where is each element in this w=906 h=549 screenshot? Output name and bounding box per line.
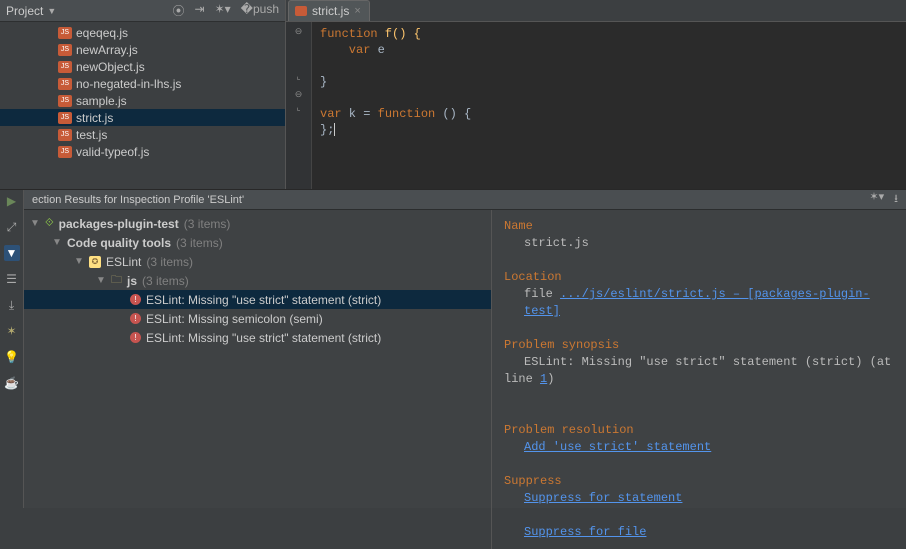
- error-icon: !: [130, 332, 141, 343]
- project-panel-header: Project ▼ ⦿ ⇥ ✶▾ �push: [0, 0, 285, 22]
- detail-resolution-heading: Problem resolution: [504, 423, 634, 437]
- project-file-label: test.js: [76, 128, 107, 142]
- editor-gutter: ⊖ ⌞ ⊖ ⌞: [286, 22, 312, 189]
- inspection-issue-label: ESLint: Missing "use strict" statement (…: [146, 331, 381, 345]
- detail-synopsis-heading: Problem synopsis: [504, 338, 619, 352]
- inspection-issue[interactable]: ! ESLint: Missing "use strict" statement …: [24, 328, 491, 347]
- settings-icon[interactable]: ✶: [4, 323, 20, 339]
- chevron-down-icon: ▼: [74, 256, 84, 267]
- autoscroll-icon[interactable]: ⤓: [4, 297, 20, 313]
- project-file-label: no-negated-in-lhs.js: [76, 77, 181, 91]
- chevron-down-icon: ▼: [52, 237, 62, 248]
- project-tree: JSeqeqeq.jsJSnewArray.jsJSnewObject.jsJS…: [0, 22, 285, 162]
- fold-end-icon[interactable]: ⌞: [296, 102, 300, 113]
- project-file-item[interactable]: JS eqeqeq.js: [0, 24, 285, 41]
- suppress-statement-link[interactable]: Suppress for statement: [504, 490, 682, 507]
- folder-icon: 🗀: [111, 271, 122, 290]
- js-file-icon: JS: [58, 44, 72, 56]
- lightbulb-icon[interactable]: 💡: [4, 349, 20, 365]
- detail-name-value: strict.js: [504, 235, 589, 252]
- eslint-icon: ✪: [89, 256, 101, 268]
- fold-end-icon[interactable]: ⌞: [296, 71, 300, 82]
- close-icon[interactable]: ×: [354, 5, 360, 17]
- package-icon: ⟐: [45, 217, 54, 230]
- caret: [334, 123, 335, 136]
- project-file-label: sample.js: [76, 94, 127, 108]
- editor-tab-strict[interactable]: strict.js ×: [288, 0, 370, 21]
- js-file-icon: JS: [58, 129, 72, 141]
- filter-icon[interactable]: ▼: [4, 245, 20, 261]
- inspection-eslint-node[interactable]: ▼ ✪ ESLint (3 items): [24, 252, 491, 271]
- inspection-header: ection Results for Inspection Profile 'E…: [24, 190, 906, 210]
- inspection-toolbar: ▶ ⤢ ▼ ☰ ⤓ ✶ 💡 ☕: [0, 190, 24, 508]
- detail-suppress-heading: Suppress: [504, 474, 562, 488]
- code-content[interactable]: function f() { var e } var k = function …: [312, 22, 479, 189]
- project-file-item[interactable]: JS no-negated-in-lhs.js: [0, 75, 285, 92]
- fold-icon[interactable]: ⊖: [295, 89, 303, 100]
- js-file-icon: JS: [58, 78, 72, 90]
- js-file-icon: JS: [58, 146, 72, 158]
- detail-name-heading: Name: [504, 219, 533, 233]
- project-file-item[interactable]: JS newObject.js: [0, 58, 285, 75]
- project-panel-title: Project: [6, 4, 43, 18]
- error-icon: !: [130, 313, 141, 324]
- project-file-item[interactable]: JS strict.js: [0, 109, 285, 126]
- editor-tab-label: strict.js: [312, 4, 349, 18]
- suppress-file-link[interactable]: Suppress for file: [504, 524, 646, 541]
- inspection-issue-label: ESLint: Missing semicolon (semi): [146, 312, 323, 326]
- project-file-label: newObject.js: [76, 60, 145, 74]
- group-icon[interactable]: ☰: [4, 271, 20, 287]
- inspection-header-title: ection Results for Inspection Profile 'E…: [32, 194, 244, 206]
- js-file-icon: JS: [58, 27, 72, 39]
- project-file-label: strict.js: [76, 111, 113, 125]
- error-icon: !: [130, 294, 141, 305]
- inspection-issue[interactable]: ! ESLint: Missing semicolon (semi): [24, 309, 491, 328]
- js-file-icon: JS: [58, 95, 72, 107]
- rerun-icon[interactable]: ▶: [4, 193, 20, 209]
- expand-icon[interactable]: ⤢: [4, 219, 20, 235]
- js-file-icon: JS: [58, 112, 72, 124]
- inspection-detail: Name strict.js Location file .../js/esli…: [492, 210, 906, 549]
- chevron-down-icon[interactable]: ▼: [47, 6, 56, 16]
- inspection-issue[interactable]: ! ESLint: Missing "use strict" statement …: [24, 290, 491, 309]
- project-file-label: valid-typeof.js: [76, 145, 149, 159]
- detail-location-heading: Location: [504, 270, 562, 284]
- target-icon[interactable]: ⦿: [173, 2, 185, 19]
- inspection-root[interactable]: ▼ ⟐ packages-plugin-test (3 items): [24, 214, 491, 233]
- export-down-icon[interactable]: ⭳: [894, 190, 898, 209]
- inspection-category[interactable]: ▼ Code quality tools (3 items): [24, 233, 491, 252]
- project-file-label: eqeqeq.js: [76, 26, 128, 40]
- collapse-icon[interactable]: ⇥: [195, 2, 205, 19]
- chevron-down-icon: ▼: [30, 218, 40, 229]
- hide-icon[interactable]: �push: [241, 2, 279, 19]
- export-icon[interactable]: ☕: [4, 375, 20, 391]
- project-panel: Project ▼ ⦿ ⇥ ✶▾ �push JS eqeqeq.js JS newA…: [0, 0, 286, 189]
- js-file-icon: [295, 6, 307, 16]
- project-file-item[interactable]: JS newArray.js: [0, 41, 285, 58]
- inspection-folder-node[interactable]: ▼ 🗀 js (3 items): [24, 271, 491, 290]
- gear-icon[interactable]: ✶▾: [869, 190, 884, 209]
- inspection-tree: ▼ ⟐ packages-plugin-test (3 items) ▼ Cod…: [24, 210, 492, 549]
- project-file-label: newArray.js: [76, 43, 138, 57]
- detail-location-link[interactable]: .../js/eslint/strict.js – [packages-plug…: [524, 287, 870, 318]
- js-file-icon: JS: [58, 61, 72, 73]
- project-file-item[interactable]: JS test.js: [0, 126, 285, 143]
- fold-icon[interactable]: ⊖: [295, 26, 303, 37]
- editor: strict.js × ⊖ ⌞ ⊖ ⌞ function f() { var e…: [286, 0, 906, 189]
- detail-resolution-link[interactable]: Add 'use strict' statement: [504, 439, 711, 456]
- editor-tabbar: strict.js ×: [286, 0, 906, 22]
- project-file-item[interactable]: JS valid-typeof.js: [0, 143, 285, 160]
- inspection-issue-label: ESLint: Missing "use strict" statement (…: [146, 293, 381, 307]
- gear-icon[interactable]: ✶▾: [215, 2, 231, 19]
- project-file-item[interactable]: JS sample.js: [0, 92, 285, 109]
- chevron-down-icon: ▼: [96, 275, 106, 286]
